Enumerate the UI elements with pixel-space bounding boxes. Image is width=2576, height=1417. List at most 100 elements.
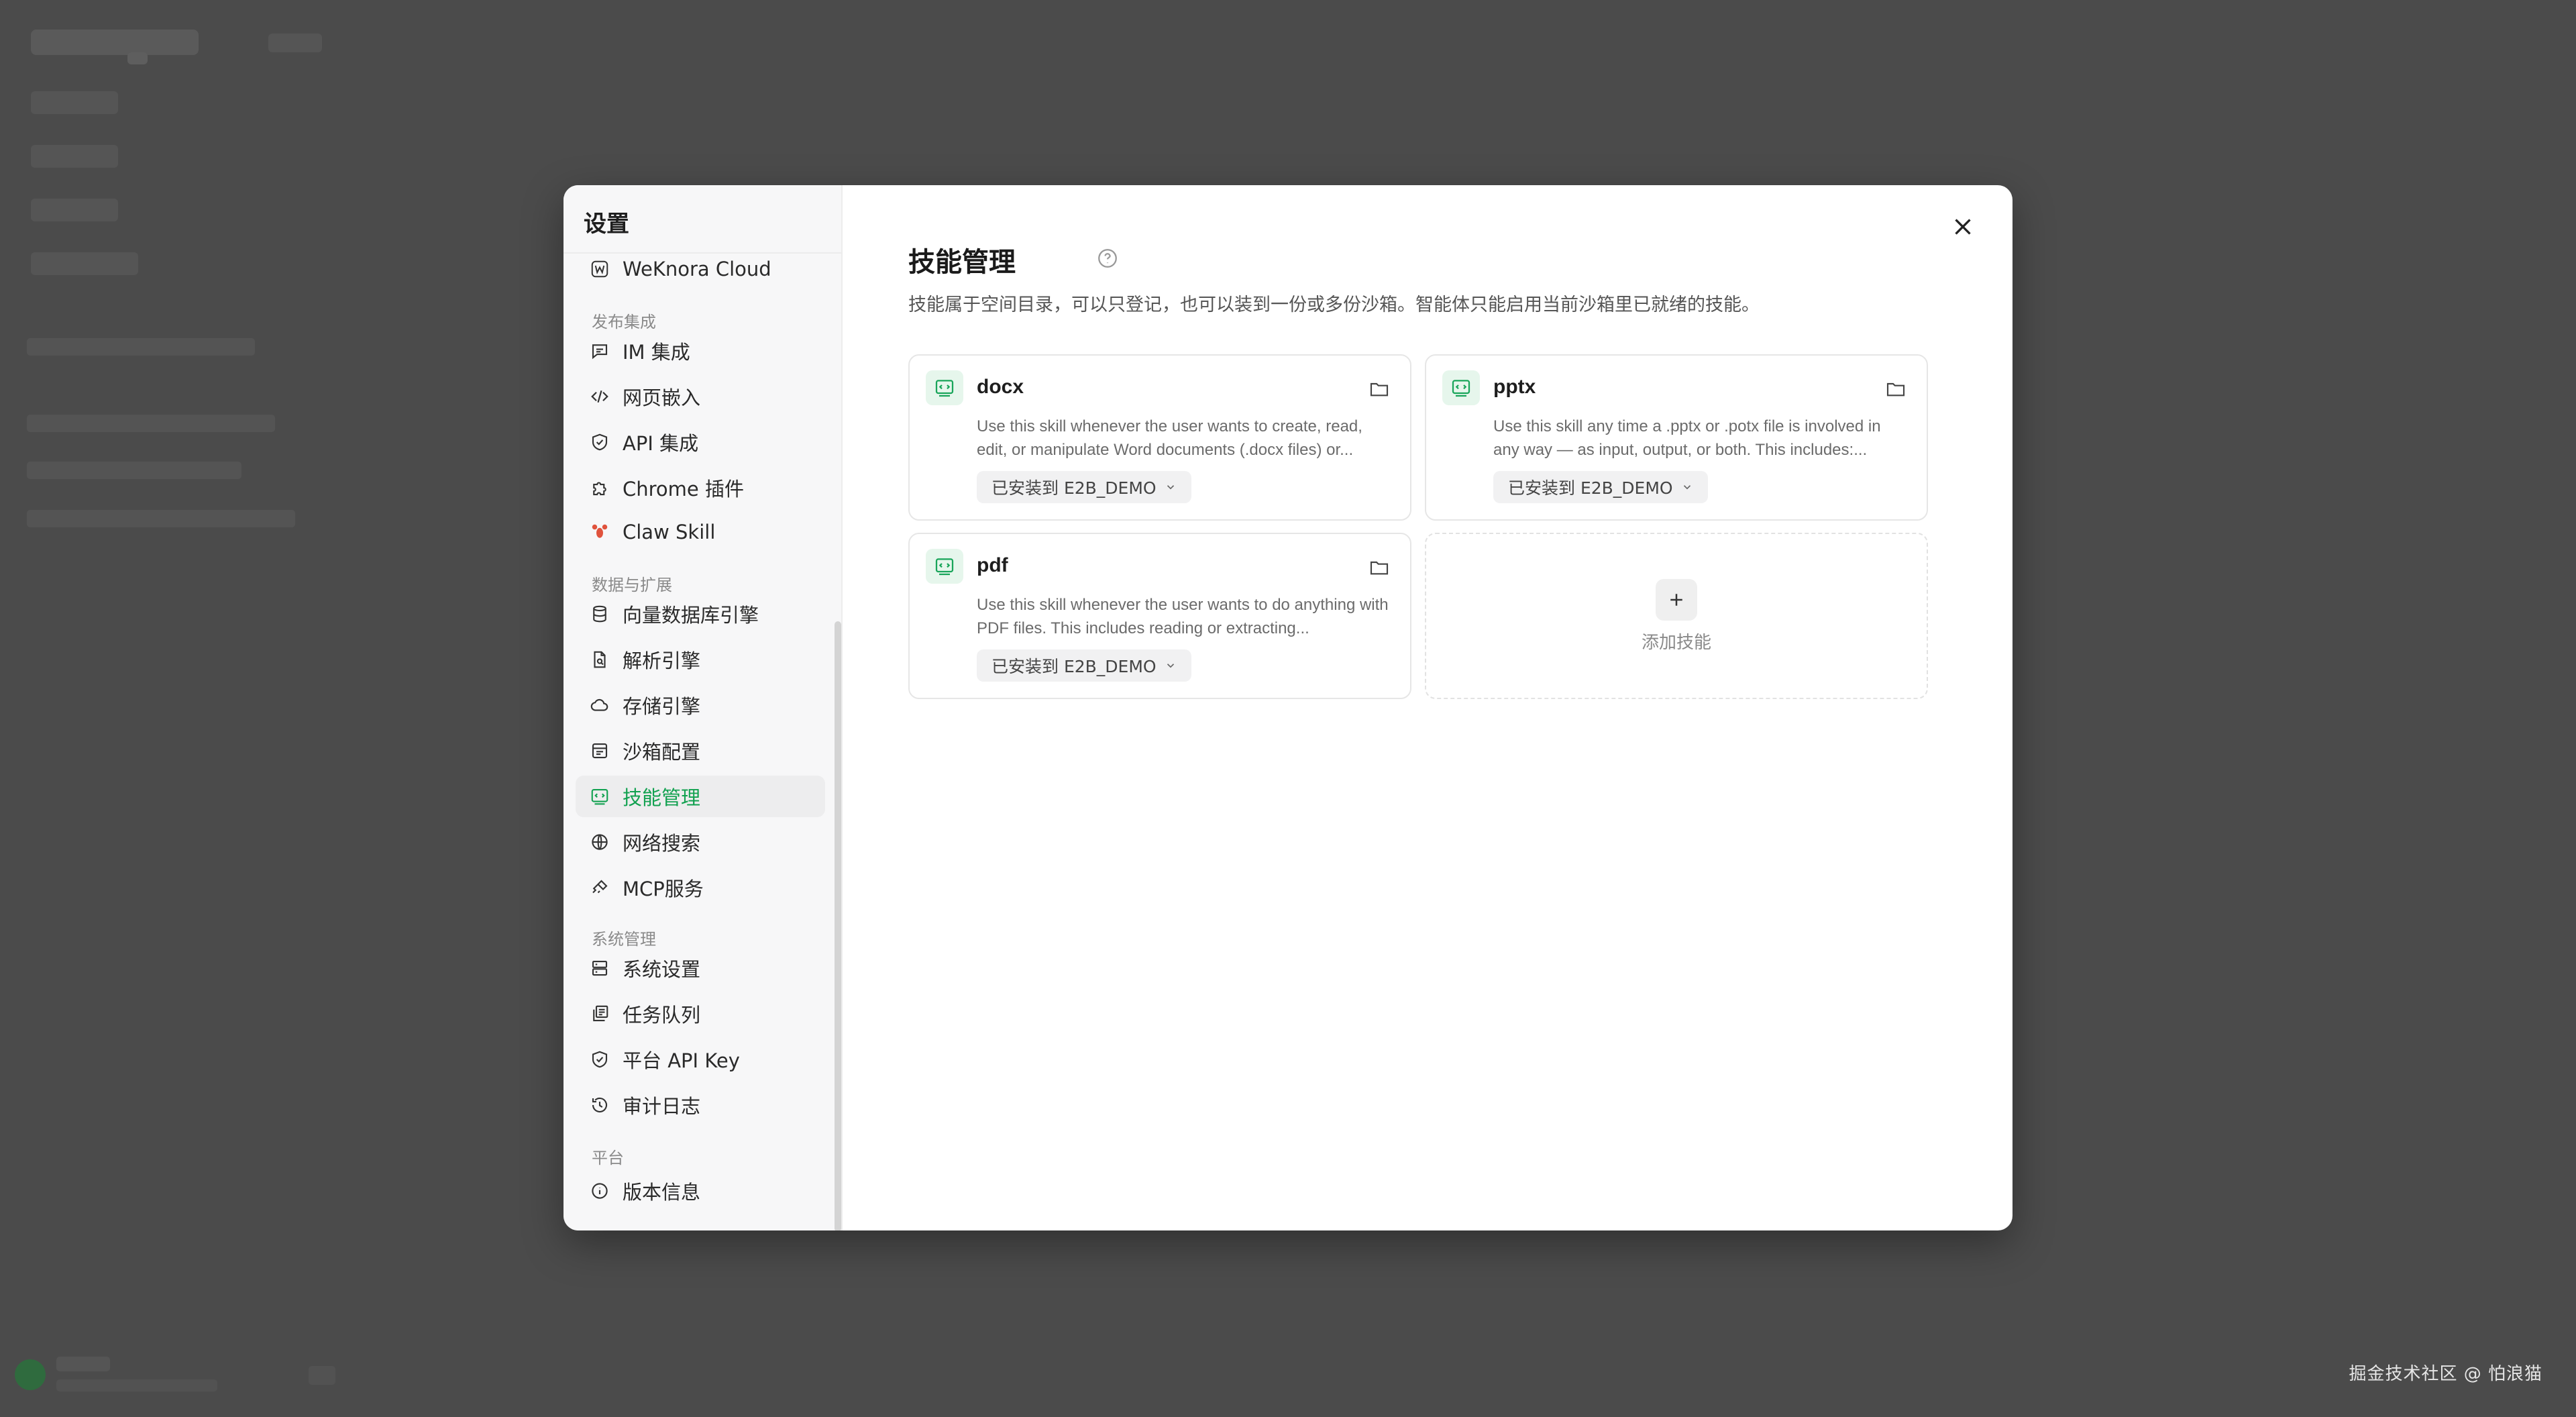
nav-item-storage-engine[interactable]: 存储引擎 xyxy=(576,684,825,726)
chevron-down-icon xyxy=(1683,485,1690,490)
shield-check-icon xyxy=(589,1049,610,1070)
database-icon xyxy=(589,603,610,625)
queue-icon xyxy=(589,1003,610,1025)
nav-item-label: Claw Skill xyxy=(623,521,716,543)
nav-item-label: 平台 API Key xyxy=(623,1049,740,1072)
nav-item-label: 存储引擎 xyxy=(623,695,701,718)
message-icon xyxy=(589,340,610,362)
background-user-menu xyxy=(309,1366,335,1385)
nav-item-task-queue[interactable]: 任务队列 xyxy=(576,993,825,1035)
nav-item-vector-db[interactable]: 向量数据库引擎 xyxy=(576,593,825,635)
skill-install-status-dropdown[interactable]: 已安装到 E2B_DEMO xyxy=(1493,471,1708,503)
nav-item-im[interactable]: IM 集成 xyxy=(576,330,825,372)
nav-item-label: 技能管理 xyxy=(623,786,701,809)
background-list-line xyxy=(27,510,295,527)
code-icon xyxy=(589,386,610,407)
chevron-down-icon xyxy=(1167,485,1174,490)
nav-item-system-settings[interactable]: 系统设置 xyxy=(576,947,825,989)
globe-icon xyxy=(589,831,610,853)
weknora-logo-icon xyxy=(589,258,610,280)
nav-item-api-integration[interactable]: API 集成 xyxy=(576,421,825,463)
background-nav-item xyxy=(31,252,138,275)
nav-section-title: 发布集成 xyxy=(592,313,656,331)
settings-content: 技能管理 技能属于空间目录，可以只登记，也可以装到一份或多份沙箱。智能体只能启用… xyxy=(843,185,2012,1230)
background-nav-item xyxy=(31,91,118,114)
skill-card-docx[interactable]: docx Use this skill whenever the user wa… xyxy=(908,354,1411,521)
skill-name: docx xyxy=(977,376,1024,398)
skill-description: Use this skill any time a .pptx or .potx… xyxy=(1493,417,1881,459)
nav-item-label: 任务队列 xyxy=(623,1004,701,1027)
nav-item-audit-log[interactable]: 审计日志 xyxy=(576,1084,825,1126)
nav-item-label: 向量数据库引擎 xyxy=(623,604,759,627)
nav-item-weknora-cloud[interactable]: WeKnora Cloud xyxy=(576,252,825,290)
file-search-icon xyxy=(589,649,610,670)
server-icon xyxy=(589,957,610,979)
skill-name: pdf xyxy=(977,554,1008,576)
watermark: 掘金技术社区 @ 怕浪猫 xyxy=(2349,1364,2542,1384)
nav-item-label: WeKnora Cloud xyxy=(623,258,771,280)
nav-item-parse-engine[interactable]: 解析引擎 xyxy=(576,639,825,680)
background-logo-mark xyxy=(127,52,148,64)
add-skill-button[interactable]: 添加技能 xyxy=(1425,533,1928,699)
nav-item-label: 系统设置 xyxy=(623,958,701,981)
nav-item-label: MCP服务 xyxy=(623,878,704,900)
nav-item-mcp-service[interactable]: MCP服务 xyxy=(576,867,825,908)
settings-nav: 设置 WeKnora Cloud 发布集成 IM 集成 网页嵌入 API 集成 … xyxy=(564,185,843,1230)
shield-check-icon xyxy=(589,431,610,453)
nav-item-label: 审计日志 xyxy=(623,1095,701,1118)
skill-description: Use this skill whenever the user wants t… xyxy=(977,596,1389,637)
nav-item-label: IM 集成 xyxy=(623,341,690,364)
skill-install-status-dropdown[interactable]: 已安装到 E2B_DEMO xyxy=(977,649,1191,682)
nav-item-platform-api-key[interactable]: 平台 API Key xyxy=(576,1039,825,1080)
skill-install-status: 已安装到 E2B_DEMO xyxy=(991,657,1157,676)
nav-item-version-info[interactable]: 版本信息 xyxy=(576,1170,825,1212)
page-title: 技能管理 xyxy=(908,247,1016,278)
plug-icon xyxy=(589,877,610,898)
nav-scrollbar[interactable] xyxy=(835,621,841,1230)
folder-icon[interactable] xyxy=(1368,557,1390,578)
folder-icon[interactable] xyxy=(1885,378,1907,400)
help-icon[interactable] xyxy=(1096,247,1119,270)
nav-item-skill-management[interactable]: 技能管理 xyxy=(576,776,825,817)
nav-scroll-area[interactable]: WeKnora Cloud 发布集成 IM 集成 网页嵌入 API 集成 Chr… xyxy=(564,252,841,1230)
puzzle-icon xyxy=(589,477,610,498)
nav-item-web-search[interactable]: 网络搜索 xyxy=(576,821,825,863)
background-user-name xyxy=(56,1357,110,1371)
skill-code-icon xyxy=(926,370,963,405)
skill-card-pptx[interactable]: pptx Use this skill any time a .pptx or … xyxy=(1425,354,1928,521)
background-user-subtitle xyxy=(56,1379,217,1392)
cloud-icon xyxy=(589,694,610,716)
nav-item-label: 网络搜索 xyxy=(623,832,701,855)
folder-icon[interactable] xyxy=(1368,378,1390,400)
background-nav-item xyxy=(31,199,118,221)
skill-install-status-dropdown[interactable]: 已安装到 E2B_DEMO xyxy=(977,471,1191,503)
nav-item-label: 版本信息 xyxy=(623,1181,701,1204)
skill-install-status: 已安装到 E2B_DEMO xyxy=(1508,478,1673,498)
nav-section-title: 数据与扩展 xyxy=(592,576,672,594)
skill-code-icon xyxy=(1442,370,1480,405)
nav-item-chrome-plugin[interactable]: Chrome 插件 xyxy=(576,467,825,509)
nav-item-label: 解析引擎 xyxy=(623,649,701,672)
skill-install-status: 已安装到 E2B_DEMO xyxy=(991,478,1157,498)
window-icon xyxy=(589,740,610,762)
nav-item-web-embed[interactable]: 网页嵌入 xyxy=(576,376,825,417)
background-sidebar xyxy=(0,0,335,1417)
plus-icon xyxy=(1656,578,1697,621)
nav-item-claw-skill[interactable]: Claw Skill xyxy=(576,511,825,553)
chevron-down-icon xyxy=(1167,664,1174,668)
settings-title: 设置 xyxy=(584,211,629,238)
skill-code-icon xyxy=(926,549,963,584)
skill-name: pptx xyxy=(1493,376,1536,398)
code-box-icon xyxy=(589,786,610,807)
page-description: 技能属于空间目录，可以只登记，也可以装到一份或多份沙箱。智能体只能启用当前沙箱里… xyxy=(908,295,1760,315)
lobster-icon xyxy=(589,521,610,543)
nav-item-label: 网页嵌入 xyxy=(623,386,701,409)
background-logo xyxy=(31,30,199,55)
nav-section-title: 平台 xyxy=(592,1149,624,1167)
skill-description: Use this skill whenever the user wants t… xyxy=(977,417,1362,459)
add-skill-label: 添加技能 xyxy=(1641,632,1711,653)
close-button[interactable] xyxy=(1948,212,1978,242)
background-avatar xyxy=(15,1359,46,1390)
nav-item-sandbox-config[interactable]: 沙箱配置 xyxy=(576,730,825,772)
skill-card-pdf[interactable]: pdf Use this skill whenever the user wan… xyxy=(908,533,1411,699)
